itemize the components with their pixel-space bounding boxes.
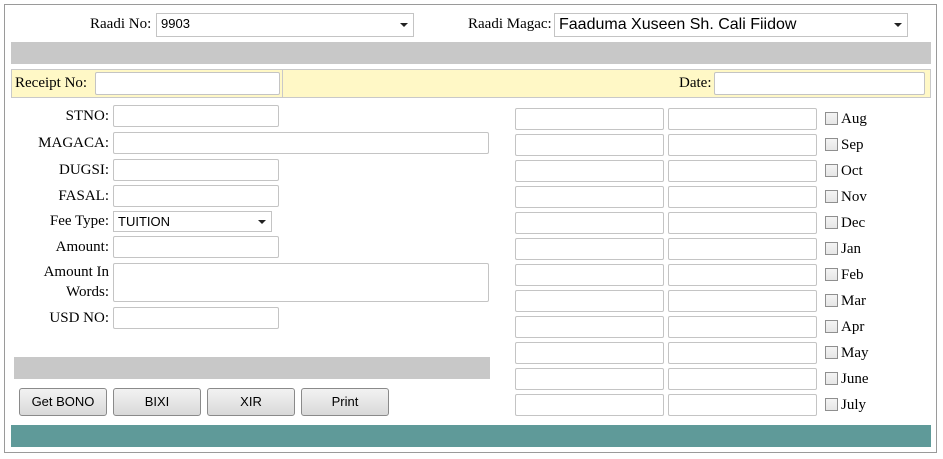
fee-type-select[interactable]: TUITION <box>113 211 272 232</box>
month-receipt-input[interactable] <box>668 212 817 234</box>
month-checkbox[interactable] <box>825 294 838 307</box>
magaca-label: MAGACA: <box>38 135 109 151</box>
raadi-magac-label: Raadi Magac: <box>468 16 552 32</box>
stno-input[interactable] <box>113 105 279 127</box>
bixi-button[interactable]: BIXI <box>113 388 201 416</box>
month-label: Sep <box>841 137 864 153</box>
magaca-input[interactable] <box>113 132 489 154</box>
dugsi-input[interactable] <box>113 159 279 181</box>
date-label: Date: <box>679 75 712 91</box>
month-amount-input[interactable] <box>515 160 664 182</box>
print-button[interactable]: Print <box>301 388 389 416</box>
month-checkbox[interactable] <box>825 398 838 411</box>
xir-button[interactable]: XIR <box>207 388 295 416</box>
form-divider-bar <box>14 357 490 379</box>
month-amount-input[interactable] <box>515 186 664 208</box>
month-checkbox[interactable] <box>825 190 838 203</box>
month-amount-input[interactable] <box>515 368 664 390</box>
month-amount-input[interactable] <box>515 212 664 234</box>
month-label: July <box>841 397 867 413</box>
month-receipt-input[interactable] <box>668 290 817 312</box>
month-receipt-input[interactable] <box>668 316 817 338</box>
stno-label: STNO: <box>65 108 109 124</box>
month-amount-input[interactable] <box>515 134 664 156</box>
month-checkbox[interactable] <box>825 242 838 255</box>
chevron-down-icon <box>893 14 903 36</box>
fasal-input[interactable] <box>113 185 279 207</box>
chevron-down-icon <box>399 14 409 36</box>
month-receipt-input[interactable] <box>668 264 817 286</box>
date-input[interactable] <box>714 72 925 95</box>
month-amount-input[interactable] <box>515 342 664 364</box>
month-checkbox[interactable] <box>825 372 838 385</box>
month-checkbox[interactable] <box>825 164 838 177</box>
month-checkbox[interactable] <box>825 112 838 125</box>
month-checkbox[interactable] <box>825 320 838 333</box>
section-divider-bar <box>11 42 931 64</box>
month-amount-input[interactable] <box>515 238 664 260</box>
amount-label: Amount: <box>55 239 109 255</box>
month-amount-input[interactable] <box>515 290 664 312</box>
month-receipt-input[interactable] <box>668 134 817 156</box>
amount-words-label-line1: Amount In <box>43 264 109 280</box>
month-receipt-input[interactable] <box>668 368 817 390</box>
month-receipt-input[interactable] <box>668 238 817 260</box>
usd-no-input[interactable] <box>113 307 279 329</box>
month-label: Feb <box>841 267 864 283</box>
month-amount-input[interactable] <box>515 394 664 416</box>
receipt-no-label: Receipt No: <box>15 75 88 91</box>
month-checkbox[interactable] <box>825 216 838 229</box>
raadi-no-value: 9903 <box>161 16 190 31</box>
month-label: Nov <box>841 189 867 205</box>
receipt-no-input[interactable] <box>95 72 280 95</box>
amount-input[interactable] <box>113 236 279 258</box>
month-checkbox[interactable] <box>825 346 838 359</box>
month-label: Oct <box>841 163 863 179</box>
amount-in-words-textarea[interactable] <box>113 263 489 302</box>
month-label: Mar <box>841 293 866 309</box>
fee-type-label: Fee Type: <box>49 213 109 229</box>
fee-type-value: TUITION <box>118 214 170 229</box>
month-label: Dec <box>841 215 866 231</box>
raadi-no-select[interactable]: 9903 <box>156 13 414 37</box>
receipt-bar-divider <box>282 70 283 97</box>
raadi-magac-value: Faaduma Xuseen Sh. Cali Fiidow <box>559 16 797 33</box>
month-checkbox[interactable] <box>825 138 838 151</box>
footer-bar <box>11 425 931 447</box>
month-amount-input[interactable] <box>515 316 664 338</box>
month-label: May <box>841 345 869 361</box>
month-label: Apr <box>841 319 865 335</box>
fasal-label: FASAL: <box>58 188 109 204</box>
month-receipt-input[interactable] <box>668 394 817 416</box>
chevron-down-icon <box>257 212 267 231</box>
raadi-no-label: Raadi No: <box>90 16 152 32</box>
month-amount-input[interactable] <box>515 264 664 286</box>
dugsi-label: DUGSI: <box>58 162 109 178</box>
month-label: Aug <box>841 111 867 127</box>
get-bono-button[interactable]: Get BONO <box>19 388 107 416</box>
month-amount-input[interactable] <box>515 108 664 130</box>
usd-no-label: USD NO: <box>49 310 109 326</box>
month-label: Jan <box>841 241 861 257</box>
raadi-magac-select[interactable]: Faaduma Xuseen Sh. Cali Fiidow <box>554 13 908 37</box>
amount-words-label-line2: Words: <box>66 284 109 300</box>
month-receipt-input[interactable] <box>668 160 817 182</box>
month-checkbox[interactable] <box>825 268 838 281</box>
month-receipt-input[interactable] <box>668 186 817 208</box>
month-receipt-input[interactable] <box>668 342 817 364</box>
month-label: June <box>841 371 869 387</box>
month-receipt-input[interactable] <box>668 108 817 130</box>
